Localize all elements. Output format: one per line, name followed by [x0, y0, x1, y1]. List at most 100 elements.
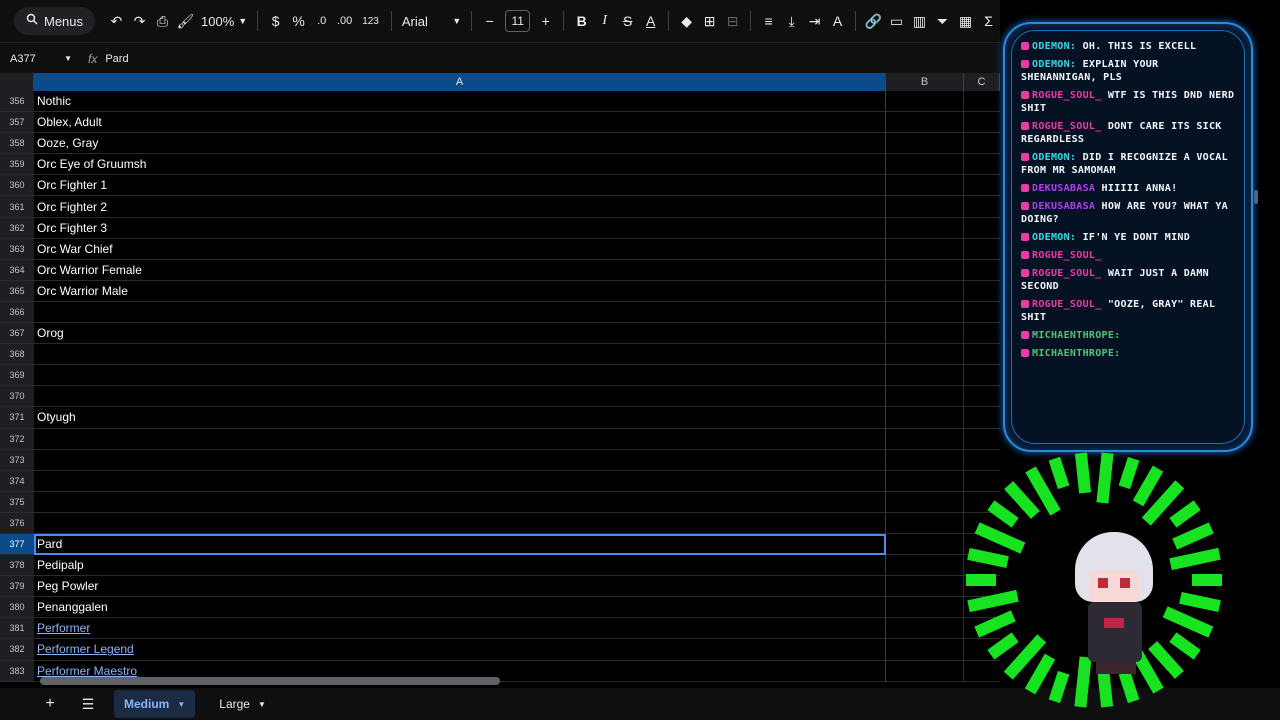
- row-header[interactable]: 373: [0, 449, 34, 471]
- row-header[interactable]: 363: [0, 238, 34, 260]
- decrease-decimal-button[interactable]: .0: [310, 7, 333, 35]
- row-header[interactable]: 365: [0, 280, 34, 302]
- cell-c[interactable]: [964, 91, 1000, 113]
- cell-b[interactable]: [886, 133, 964, 155]
- cell-c[interactable]: [964, 112, 1000, 134]
- formula-input[interactable]: Pard: [105, 53, 128, 65]
- text-color-button[interactable]: A: [639, 7, 662, 35]
- row-header[interactable]: 357: [0, 112, 34, 134]
- add-sheet-icon[interactable]: +: [38, 690, 62, 718]
- increase-decimal-button[interactable]: .00: [333, 7, 356, 35]
- row-header[interactable]: 376: [0, 512, 34, 534]
- cell-a[interactable]: Orc Fighter 1: [34, 175, 886, 197]
- cell-a[interactable]: Orc Fighter 3: [34, 217, 886, 239]
- cell-c[interactable]: [964, 239, 1000, 260]
- cell-a[interactable]: [34, 491, 886, 513]
- cell-c[interactable]: [964, 407, 1000, 429]
- row-header[interactable]: 368: [0, 344, 34, 366]
- cell-c[interactable]: [964, 218, 1000, 239]
- row-header[interactable]: 381: [0, 618, 34, 640]
- text-wrap-icon[interactable]: ⇥: [803, 7, 826, 35]
- cell-c[interactable]: [964, 260, 1000, 281]
- cell-a[interactable]: [34, 470, 886, 492]
- cell-b[interactable]: [886, 280, 964, 302]
- sheet-tab-large[interactable]: Large ▼: [209, 690, 276, 718]
- bold-button[interactable]: B: [570, 7, 593, 35]
- row-header[interactable]: 378: [0, 555, 34, 577]
- row-header[interactable]: 370: [0, 386, 34, 408]
- align-left-icon[interactable]: ≡: [757, 7, 780, 35]
- cell-b[interactable]: [886, 301, 964, 324]
- cell-a[interactable]: Peg Powler: [34, 576, 886, 598]
- all-sheets-icon[interactable]: ☰: [76, 690, 100, 718]
- row-header[interactable]: 375: [0, 491, 34, 513]
- borders-icon[interactable]: ⊞: [698, 7, 721, 35]
- column-header-c[interactable]: C: [964, 73, 1000, 91]
- row-header[interactable]: 367: [0, 323, 34, 345]
- redo-icon[interactable]: ↷: [128, 7, 151, 35]
- cell-c[interactable]: [964, 154, 1000, 176]
- number-format-button[interactable]: 123: [356, 7, 385, 35]
- cell-a[interactable]: Nothic: [34, 91, 886, 113]
- cell-c[interactable]: [964, 133, 1000, 155]
- cell-a[interactable]: [34, 512, 886, 534]
- row-header[interactable]: 372: [0, 428, 34, 450]
- vertical-align-icon[interactable]: ⤓: [780, 7, 803, 35]
- decrease-font-size-button[interactable]: −: [478, 7, 501, 35]
- link-icon[interactable]: 🔗: [862, 7, 885, 35]
- strikethrough-button[interactable]: S: [616, 7, 639, 35]
- cell-b[interactable]: [886, 175, 964, 197]
- paint-format-icon[interactable]: 🖌: [174, 7, 197, 35]
- cell-b[interactable]: [886, 259, 964, 281]
- chart-icon[interactable]: ▥: [908, 7, 931, 35]
- row-header[interactable]: 383: [0, 660, 34, 682]
- row-header[interactable]: 377: [0, 533, 34, 556]
- cell-b[interactable]: [886, 196, 964, 218]
- font-size-input[interactable]: 11: [505, 10, 531, 32]
- currency-button[interactable]: $: [264, 7, 287, 35]
- cell-a[interactable]: Orc Warrior Male: [34, 280, 886, 302]
- menus-search[interactable]: Menus: [14, 7, 96, 35]
- percent-button[interactable]: %: [287, 7, 310, 35]
- column-header-a[interactable]: A: [34, 73, 886, 91]
- cell-a[interactable]: Orc Fighter 2: [34, 196, 886, 218]
- cell-c[interactable]: [964, 344, 1000, 366]
- cell-a[interactable]: Ooze, Gray: [34, 133, 886, 155]
- corner-cell[interactable]: [0, 73, 34, 91]
- row-header[interactable]: 366: [0, 301, 34, 324]
- cell-a[interactable]: Pard: [34, 533, 886, 556]
- undo-icon[interactable]: ↶: [105, 7, 128, 35]
- cell-a[interactable]: Otyugh: [34, 407, 886, 429]
- row-header[interactable]: 379: [0, 576, 34, 598]
- cell-a[interactable]: [34, 344, 886, 366]
- cell-b[interactable]: [886, 344, 964, 366]
- increase-font-size-button[interactable]: +: [534, 7, 557, 35]
- scrollbar-thumb[interactable]: [40, 677, 500, 685]
- cell-a[interactable]: Pedipalp: [34, 555, 886, 577]
- vertical-scrollbar-thumb[interactable]: [1254, 190, 1258, 204]
- cell-a[interactable]: [34, 449, 886, 471]
- cell-a[interactable]: Performer: [34, 618, 886, 640]
- cell-a[interactable]: Orc Warrior Female: [34, 259, 886, 281]
- row-header[interactable]: 359: [0, 154, 34, 176]
- row-header[interactable]: 362: [0, 217, 34, 239]
- row-header[interactable]: 380: [0, 597, 34, 619]
- cell-b[interactable]: [886, 217, 964, 239]
- cell-a[interactable]: [34, 301, 886, 324]
- cell-a[interactable]: Orog: [34, 323, 886, 345]
- zoom-select[interactable]: 100% ▼: [197, 7, 251, 35]
- filter-icon[interactable]: ⏷: [931, 7, 954, 35]
- fill-color-icon[interactable]: ◆: [675, 7, 698, 35]
- cell-c[interactable]: [964, 281, 1000, 302]
- cell-a[interactable]: [34, 365, 886, 387]
- cell-c[interactable]: [964, 323, 1000, 345]
- cell-a[interactable]: Penanggalen: [34, 597, 886, 619]
- row-header[interactable]: 364: [0, 259, 34, 281]
- sheet-tab-medium[interactable]: Medium ▼: [114, 690, 196, 718]
- row-header[interactable]: 369: [0, 365, 34, 387]
- row-header[interactable]: 361: [0, 196, 34, 218]
- cell-a[interactable]: Orc Eye of Gruumsh: [34, 154, 886, 176]
- cell-b[interactable]: [886, 323, 964, 345]
- cell-b[interactable]: [886, 386, 964, 408]
- cell-b[interactable]: [886, 91, 964, 113]
